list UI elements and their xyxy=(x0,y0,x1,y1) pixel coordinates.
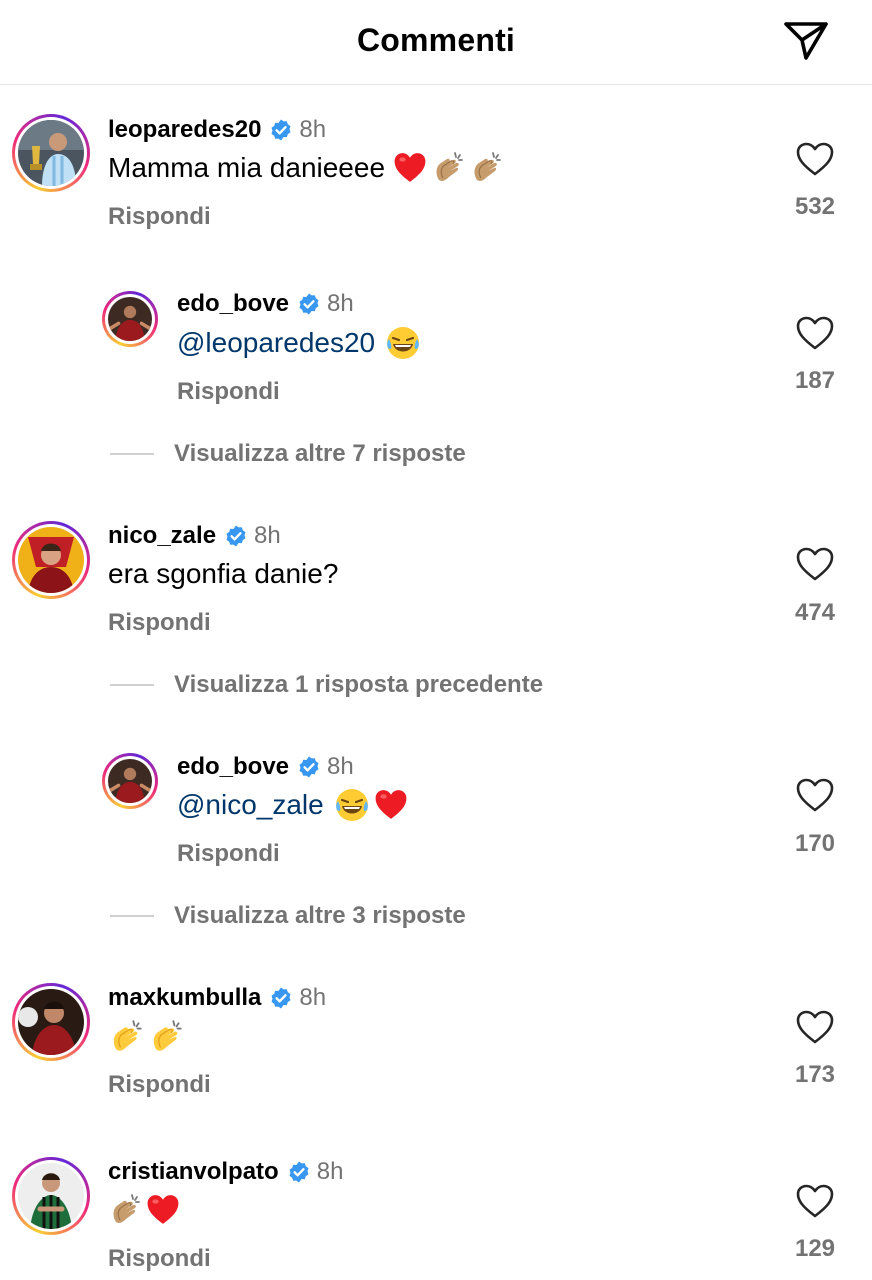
send-icon[interactable] xyxy=(782,18,832,62)
avatar-image xyxy=(18,989,84,1055)
like-count[interactable]: 187 xyxy=(780,367,850,395)
like-count[interactable]: 532 xyxy=(780,193,850,221)
verified-icon xyxy=(297,755,321,779)
like-count[interactable]: 170 xyxy=(780,830,850,858)
like-count[interactable]: 173 xyxy=(780,1061,850,1089)
reply-button[interactable]: Rispondi xyxy=(108,609,211,637)
timestamp: 8h xyxy=(299,984,327,1011)
view-more-label: Visualizza altre 7 risposte xyxy=(174,440,466,467)
laughing-emoji xyxy=(385,325,421,361)
heart-outline-icon[interactable] xyxy=(795,141,835,177)
header-bar: Commenti xyxy=(0,0,872,85)
red-heart-emoji xyxy=(374,788,408,822)
verified-icon xyxy=(297,292,321,316)
comment-text: Mamma mia danieeee xyxy=(108,152,386,183)
username[interactable]: edo_bove xyxy=(177,290,289,318)
clap-emoji xyxy=(431,150,467,186)
clap-emoji xyxy=(469,150,505,186)
heart-outline-icon[interactable] xyxy=(795,1009,835,1045)
divider-line xyxy=(110,453,154,455)
avatar[interactable] xyxy=(12,521,90,599)
username[interactable]: maxkumbulla xyxy=(108,984,261,1012)
verified-icon xyxy=(269,986,293,1010)
clap-emoji xyxy=(108,1018,146,1056)
divider-line xyxy=(110,915,154,917)
mention-link[interactable]: @nico_zale xyxy=(177,789,324,821)
comment-text: era sgonfia danie? xyxy=(108,558,339,589)
reply-button[interactable]: Rispondi xyxy=(177,840,280,868)
username[interactable]: edo_bove xyxy=(177,753,289,781)
view-more-replies[interactable]: Visualizza altre 7 risposte xyxy=(110,440,466,468)
username[interactable]: nico_zale xyxy=(108,522,216,550)
reply-button[interactable]: Rispondi xyxy=(177,378,280,406)
reply-button[interactable]: Rispondi xyxy=(108,1245,211,1273)
heart-outline-icon[interactable] xyxy=(795,1183,835,1219)
timestamp: 8h xyxy=(316,1158,344,1185)
avatar-image xyxy=(108,759,152,803)
like-count[interactable]: 129 xyxy=(780,1235,850,1263)
avatar[interactable] xyxy=(12,983,90,1061)
timestamp: 8h xyxy=(327,753,354,780)
laughing-emoji xyxy=(334,787,370,823)
verified-icon xyxy=(287,1160,311,1184)
heart-outline-icon[interactable] xyxy=(795,546,835,582)
timestamp: 8h xyxy=(299,116,327,143)
clap-emoji xyxy=(148,1018,186,1056)
view-more-label: Visualizza altre 3 risposte xyxy=(174,902,466,929)
red-heart-emoji xyxy=(393,151,427,185)
avatar[interactable] xyxy=(12,1157,90,1235)
red-heart-emoji xyxy=(146,1193,180,1227)
verified-icon xyxy=(224,524,248,548)
reply-button[interactable]: Rispondi xyxy=(108,1071,211,1099)
avatar[interactable] xyxy=(12,114,90,192)
avatar[interactable] xyxy=(102,291,158,347)
view-previous-replies[interactable]: Visualizza 1 risposta precedente xyxy=(110,671,543,699)
reply-button[interactable]: Rispondi xyxy=(108,203,211,231)
timestamp: 8h xyxy=(254,522,281,549)
clap-emoji xyxy=(108,1192,144,1228)
avatar-image xyxy=(18,1163,84,1229)
username[interactable]: cristianvolpato xyxy=(108,1158,279,1186)
avatar-image xyxy=(18,527,84,593)
divider-line xyxy=(110,684,154,686)
view-more-label: Visualizza 1 risposta precedente xyxy=(174,671,544,698)
view-more-replies[interactable]: Visualizza altre 3 risposte xyxy=(110,902,466,930)
verified-icon xyxy=(269,118,293,142)
like-count[interactable]: 474 xyxy=(780,599,850,627)
avatar-image xyxy=(108,297,152,341)
mention-link[interactable]: @leoparedes20 xyxy=(177,327,375,359)
username[interactable]: leoparedes20 xyxy=(108,116,261,144)
page-title: Commenti xyxy=(356,22,516,58)
avatar[interactable] xyxy=(102,753,158,809)
timestamp: 8h xyxy=(327,290,354,317)
heart-outline-icon[interactable] xyxy=(795,777,835,813)
heart-outline-icon[interactable] xyxy=(795,315,835,351)
avatar-image xyxy=(18,120,84,186)
